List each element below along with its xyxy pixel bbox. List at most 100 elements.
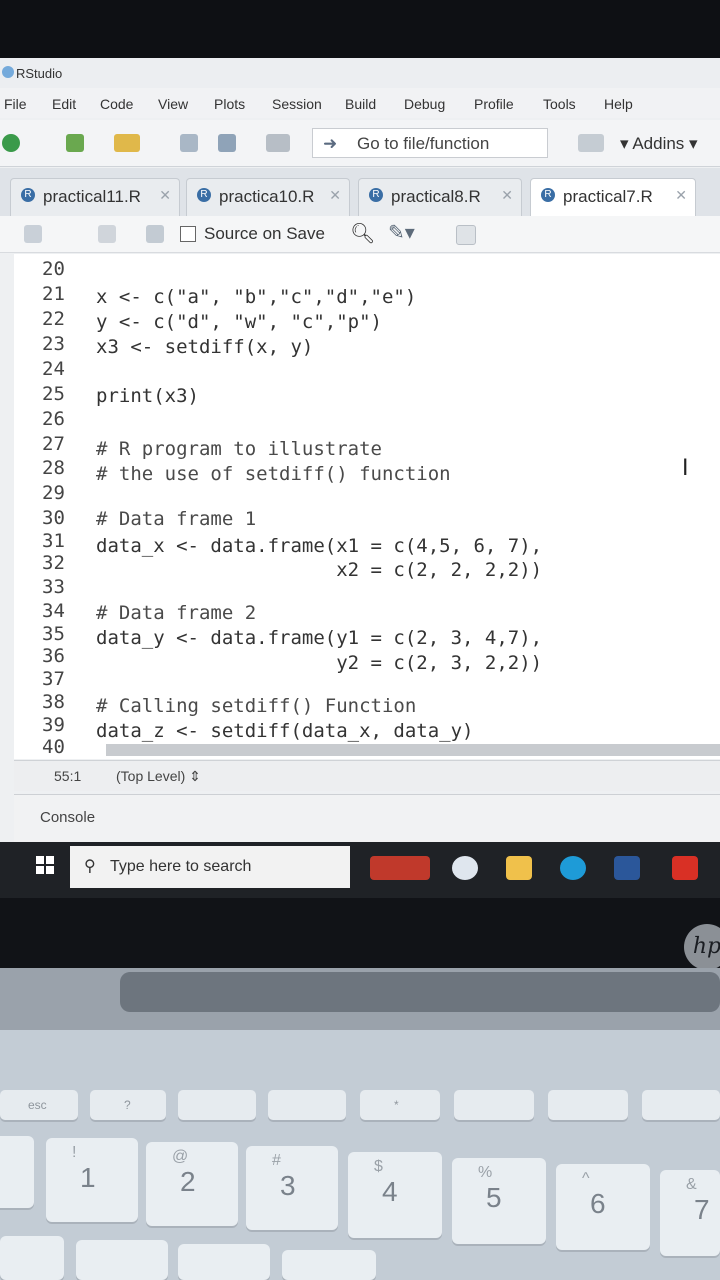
menu-file[interactable]: File — [4, 96, 27, 112]
key-label: 7 — [694, 1194, 710, 1225]
print-icon[interactable] — [266, 134, 290, 152]
code-line: x3 <- setdiff(x, y) — [96, 336, 314, 358]
edge-browser-icon[interactable] — [560, 856, 586, 880]
key-label: 1 — [80, 1162, 96, 1193]
new-project-icon[interactable] — [66, 134, 84, 152]
horizontal-scrollbar[interactable] — [106, 744, 720, 756]
key-5: % 5 — [452, 1158, 546, 1244]
menu-debug[interactable]: Debug — [404, 96, 445, 112]
menu-plots[interactable]: Plots — [214, 96, 245, 112]
key-shift-label: % — [478, 1164, 493, 1181]
save-icon[interactable] — [180, 134, 198, 152]
search-icon[interactable]: 🔍︎ — [350, 221, 375, 246]
r-file-icon: R — [541, 188, 555, 202]
file-explorer-icon[interactable] — [506, 856, 532, 880]
key-f3 — [268, 1090, 346, 1120]
key-w — [178, 1244, 270, 1280]
main-toolbar: ➜ Go to file/function ▾ Addins ▾ — [0, 120, 720, 167]
code-comment: # the use of setdiff() function — [96, 463, 451, 485]
r-file-icon: R — [21, 188, 35, 202]
arrow-right-icon: ➜ — [323, 134, 338, 153]
menu-help[interactable]: Help — [604, 96, 633, 112]
key-f5 — [454, 1090, 534, 1120]
key-esc: esc — [0, 1090, 78, 1120]
key-q — [76, 1240, 168, 1280]
menu-view[interactable]: View — [158, 96, 188, 112]
search-placeholder: Type here to search — [110, 858, 252, 875]
menu-session[interactable]: Session — [272, 96, 322, 112]
line-number: 31 — [42, 530, 65, 552]
line-number: 27 — [42, 433, 65, 455]
new-file-icon[interactable] — [2, 134, 20, 152]
tab-label: practical8.R — [391, 187, 481, 206]
addins-label: Addins — [632, 134, 685, 153]
word-icon[interactable] — [614, 856, 640, 880]
tab-practical11[interactable]: R practical11.R ✕ — [10, 178, 180, 216]
taskbar-app-icon[interactable] — [452, 856, 478, 880]
save-all-icon[interactable] — [218, 134, 236, 152]
taskbar-search-box[interactable]: ⚲ Type here to search — [70, 846, 350, 888]
grid-layout-icon[interactable] — [578, 134, 604, 152]
code-line: data_x <- data.frame(x1 = c(4,5, 6, 7), — [96, 535, 543, 557]
tab-practical8[interactable]: R practical8.R ✕ — [358, 178, 522, 216]
key-shift-label: & — [686, 1176, 697, 1193]
tab-label: practica10.R — [219, 187, 315, 206]
tab-practical7[interactable]: R practical7.R ✕ — [530, 178, 696, 216]
compile-report-icon[interactable] — [456, 225, 476, 245]
scope-selector[interactable]: (Top Level) ⇕ — [116, 768, 201, 785]
key-label: esc — [28, 1098, 47, 1112]
code-line: print(x3) — [96, 385, 199, 407]
acrobat-icon[interactable] — [672, 856, 698, 880]
go-to-file-input[interactable]: ➜ Go to file/function — [312, 128, 548, 158]
taskbar-cortana-icon[interactable] — [370, 856, 430, 880]
title-bar: RStudio — [0, 58, 720, 88]
window-title: RStudio — [16, 66, 63, 81]
close-tab-icon[interactable]: ✕ — [329, 187, 341, 204]
laptop-bezel-top — [0, 0, 720, 58]
addins-menu[interactable]: ▾ Addins ▾ — [620, 134, 698, 154]
code-comment: # Data frame 1 — [96, 508, 257, 530]
console-tab[interactable]: Console — [40, 809, 95, 826]
code-line: y2 = c(2, 3, 2,2)) — [96, 652, 543, 674]
menu-tools[interactable]: Tools — [543, 96, 576, 112]
menu-edit[interactable]: Edit — [52, 96, 76, 112]
key-shift-label: # — [272, 1152, 281, 1169]
menu-build[interactable]: Build — [345, 96, 376, 112]
windows-taskbar: ⚲ Type here to search — [0, 842, 720, 898]
go-to-file-label: Go to file/function — [357, 134, 490, 153]
close-tab-icon[interactable]: ✕ — [675, 187, 687, 204]
close-tab-icon[interactable]: ✕ — [501, 187, 513, 204]
line-number: 20 — [42, 258, 65, 280]
open-folder-icon[interactable] — [114, 134, 140, 152]
menu-profile[interactable]: Profile — [474, 96, 514, 112]
back-arrow-icon[interactable] — [24, 225, 42, 243]
code-line: data_z <- setdiff(data_x, data_y) — [96, 720, 474, 742]
line-number: 22 — [42, 308, 65, 330]
search-icon: ⚲ — [84, 858, 96, 875]
line-number: 35 — [42, 623, 65, 645]
tab-label: practical11.R — [43, 187, 141, 206]
key-shift-label: ! — [72, 1144, 77, 1161]
line-number: 32 — [42, 552, 65, 574]
magic-wand-icon[interactable]: ✎▾ — [388, 220, 415, 245]
tab-practica10[interactable]: R practica10.R ✕ — [186, 178, 350, 216]
line-number: 30 — [42, 507, 65, 529]
key-f4: * — [360, 1090, 440, 1120]
menu-code[interactable]: Code — [100, 96, 133, 112]
key-shift-label: @ — [172, 1148, 189, 1165]
r-file-icon: R — [369, 188, 383, 202]
code-editor[interactable]: 20 21 x <- c("a", "b","c","d","e") 22 y … — [14, 254, 720, 759]
close-tab-icon[interactable]: ✕ — [159, 187, 171, 204]
cursor-position: 55:1 — [54, 768, 82, 784]
rstudio-logo-icon — [2, 66, 14, 78]
key-6: ^ 6 — [556, 1164, 650, 1250]
save-file-icon[interactable] — [146, 225, 164, 243]
key-e — [282, 1250, 376, 1280]
code-line: x <- c("a", "b","c","d","e") — [96, 286, 417, 308]
source-on-save-checkbox[interactable] — [180, 226, 196, 242]
line-number: 38 — [42, 691, 65, 713]
scope-label: (Top Level) — [116, 768, 186, 784]
show-in-window-icon[interactable] — [98, 225, 116, 243]
windows-start-icon[interactable] — [36, 856, 54, 874]
key-shift-label: $ — [374, 1158, 383, 1175]
